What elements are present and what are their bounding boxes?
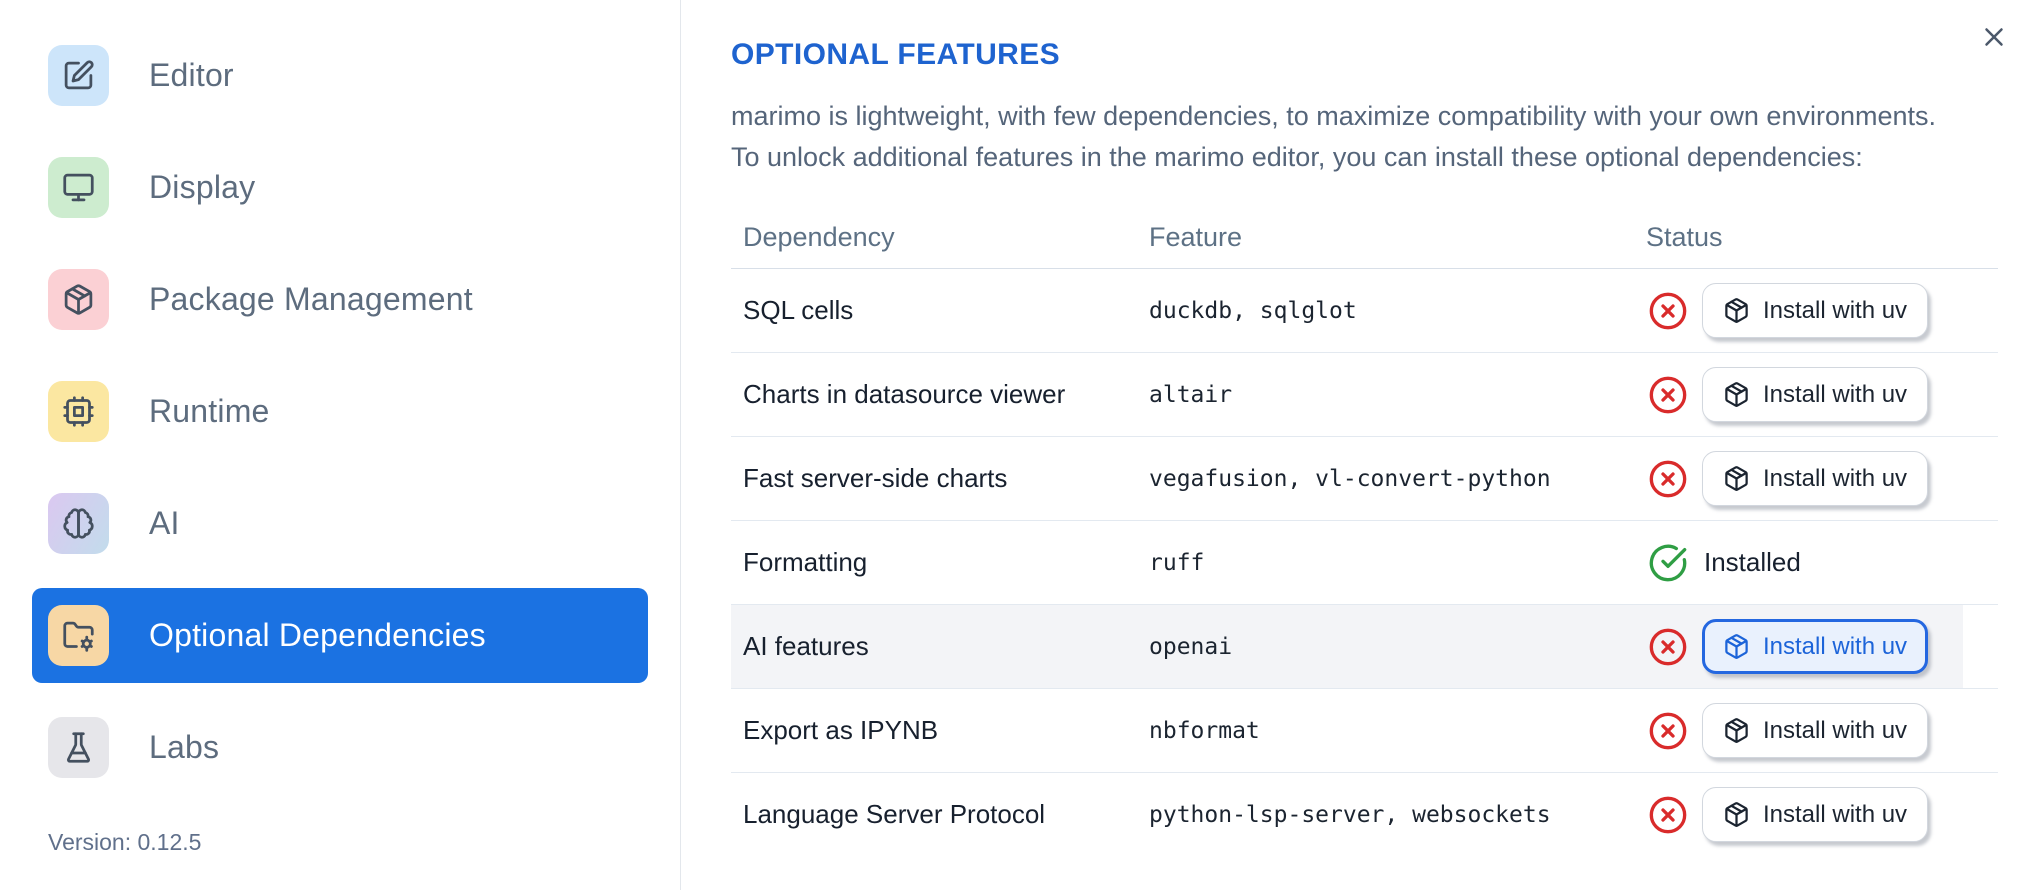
install-button-label: Install with uv: [1763, 716, 1908, 744]
table-header: Dependency Feature Status: [731, 206, 1998, 269]
sidebar-item-editor[interactable]: Editor: [32, 28, 648, 123]
monitor-icon: [48, 157, 109, 218]
close-button[interactable]: [1976, 20, 2012, 56]
dependency-cell: Formatting: [743, 547, 868, 577]
install-with-uv-button[interactable]: Install with uv: [1702, 367, 1929, 422]
installed-label: Installed: [1704, 547, 1801, 577]
table-row: Language Server Protocol python-lsp-serv…: [731, 773, 1998, 856]
package-icon: [1723, 297, 1750, 324]
feature-cell: openai: [1149, 633, 1233, 660]
circle-x-icon: [1648, 627, 1688, 667]
package-icon: [1723, 633, 1750, 660]
optional-features-panel: OPTIONAL FEATURES marimo is lightweight,…: [681, 0, 2042, 890]
circle-x-icon: [1648, 795, 1688, 835]
package-icon: [48, 269, 109, 330]
package-icon: [1723, 717, 1750, 744]
feature-cell: nbformat: [1149, 717, 1260, 744]
status-cell: Install with uv: [1634, 619, 1998, 674]
sidebar-item-label: Package Management: [149, 281, 473, 317]
install-button-label: Install with uv: [1763, 632, 1908, 660]
sidebar-item-display[interactable]: Display: [32, 140, 648, 235]
close-icon: [1979, 22, 2009, 55]
sidebar-items: Editor Display Package Management Runtim…: [32, 28, 648, 812]
description-line-2: To unlock additional features in the mar…: [731, 142, 1863, 172]
install-button-label: Install with uv: [1763, 296, 1908, 324]
table-row: Formatting ruff Installed: [731, 521, 1998, 605]
dependency-cell: Export as IPYNB: [743, 715, 939, 745]
sidebar-item-label: AI: [149, 505, 180, 541]
circle-check-icon: [1648, 543, 1688, 583]
install-with-uv-button[interactable]: Install with uv: [1702, 451, 1929, 506]
sidebar-item-package-management[interactable]: Package Management: [32, 252, 648, 347]
status-cell: Install with uv: [1634, 283, 1998, 338]
package-icon: [1723, 465, 1750, 492]
version-label: Version: 0.12.5: [48, 829, 202, 855]
table-row: SQL cells duckdb, sqlglot Install with u…: [731, 269, 1998, 353]
cpu-icon: [48, 381, 109, 442]
description: marimo is lightweight, with few dependen…: [731, 96, 2031, 178]
sidebar-item-label: Editor: [149, 57, 234, 93]
folder-cog-icon: [48, 605, 109, 666]
description-line-1: marimo is lightweight, with few dependen…: [731, 101, 1937, 131]
table-row: Fast server-side charts vegafusion, vl-c…: [731, 437, 1998, 521]
feature-cell: python-lsp-server, websockets: [1149, 801, 1551, 828]
dependency-cell: Charts in datasource viewer: [743, 379, 1066, 409]
install-with-uv-button[interactable]: Install with uv: [1702, 787, 1929, 842]
dependency-cell: Fast server-side charts: [743, 463, 1008, 493]
status-cell: Install with uv: [1634, 703, 1998, 758]
page-title: OPTIONAL FEATURES: [731, 38, 1061, 71]
circle-x-icon: [1648, 375, 1688, 415]
circle-x-icon: [1648, 459, 1688, 499]
sidebar-item-label: Display: [149, 169, 256, 205]
sidebar-item-label: Labs: [149, 729, 220, 765]
install-button-label: Install with uv: [1763, 380, 1908, 408]
table-body: SQL cells duckdb, sqlglot Install with u…: [731, 269, 1998, 856]
table-row: Export as IPYNB nbformat Install with uv: [731, 689, 1998, 773]
dependency-cell: AI features: [743, 631, 869, 661]
install-with-uv-button[interactable]: Install with uv: [1702, 703, 1929, 758]
feature-cell: vegafusion, vl-convert-python: [1149, 465, 1551, 492]
circle-x-icon: [1648, 711, 1688, 751]
column-header-feature: Feature: [1149, 221, 1243, 252]
status-cell: Install with uv: [1634, 787, 1998, 842]
install-button-label: Install with uv: [1763, 464, 1908, 492]
settings-sidebar: Editor Display Package Management Runtim…: [0, 0, 681, 890]
feature-cell: altair: [1149, 381, 1233, 408]
column-header-status: Status: [1646, 221, 1723, 252]
feature-cell: duckdb, sqlglot: [1149, 297, 1357, 324]
dependencies-table: Dependency Feature Status SQL cells duck…: [731, 206, 1998, 856]
brain-icon: [48, 493, 109, 554]
sidebar-item-ai[interactable]: AI: [32, 476, 648, 571]
sidebar-item-label: Runtime: [149, 393, 270, 429]
sidebar-item-labs[interactable]: Labs: [32, 700, 648, 795]
table-row: Charts in datasource viewer altair Insta…: [731, 353, 1998, 437]
dependency-cell: SQL cells: [743, 295, 854, 325]
status-cell: Install with uv: [1634, 367, 1998, 422]
install-button-label: Install with uv: [1763, 800, 1908, 828]
flask-icon: [48, 717, 109, 778]
install-with-uv-button[interactable]: Install with uv: [1702, 283, 1929, 338]
status-cell: Installed: [1634, 543, 1998, 583]
package-icon: [1723, 381, 1750, 408]
table-row: AI features openai Install with uv: [731, 605, 1998, 689]
sidebar-item-label: Optional Dependencies: [149, 617, 486, 653]
install-with-uv-button[interactable]: Install with uv: [1702, 619, 1929, 674]
circle-x-icon: [1648, 291, 1688, 331]
sidebar-item-optional-dependencies[interactable]: Optional Dependencies: [32, 588, 648, 683]
feature-cell: ruff: [1149, 549, 1205, 576]
package-icon: [1723, 801, 1750, 828]
dependency-cell: Language Server Protocol: [743, 799, 1046, 829]
column-header-dependency: Dependency: [743, 221, 895, 252]
square-pen-icon: [48, 45, 109, 106]
status-cell: Install with uv: [1634, 451, 1998, 506]
sidebar-item-runtime[interactable]: Runtime: [32, 364, 648, 459]
